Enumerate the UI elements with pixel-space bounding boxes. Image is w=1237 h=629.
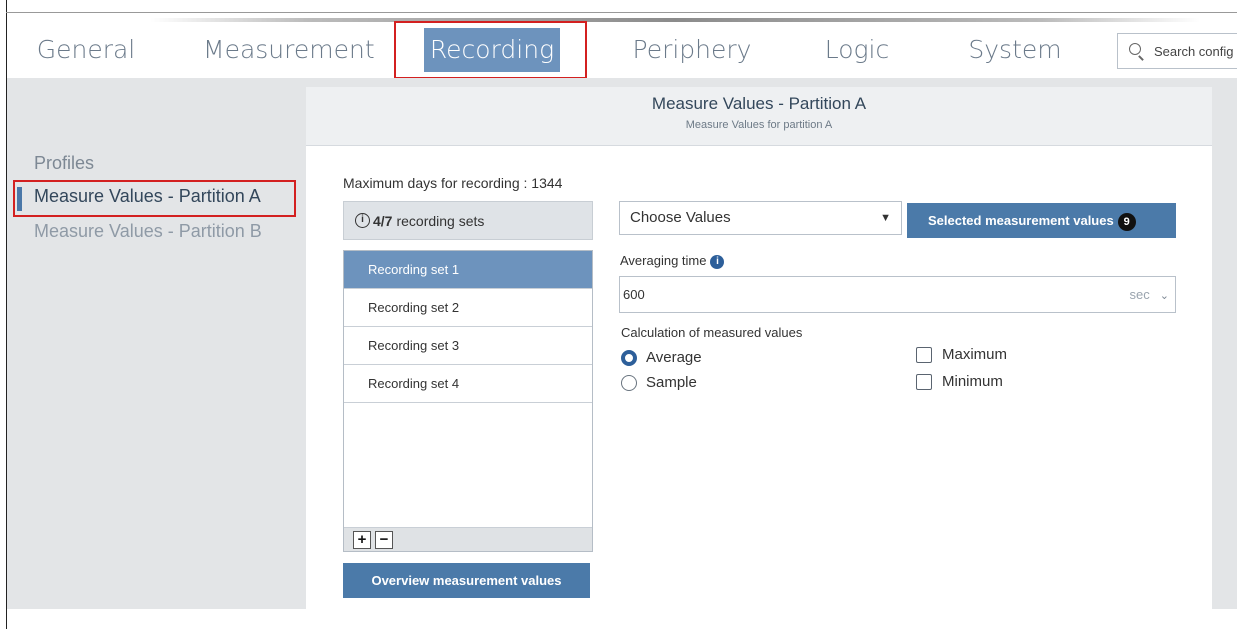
search-placeholder: Search config [1154,43,1234,59]
top-navigation: General Measurement Recording Periphery … [7,22,1237,77]
tab-general[interactable]: General [31,28,141,72]
radio-sample[interactable]: Sample [621,374,697,391]
max-days-text: Maximum days for recording : 1344 [343,175,563,191]
partition-a-highlight [13,180,296,217]
choose-values-select[interactable]: Choose Values ▼ [619,201,902,235]
recording-sets-list: Recording set 1 Recording set 2 Recordin… [343,250,593,552]
recording-sets-label: recording sets [396,212,485,229]
profile-panel: Measure Values - Partition A Measure Val… [306,87,1212,609]
radio-average-label: Average [646,349,702,366]
checkbox-minimum[interactable]: Minimum [916,373,1003,390]
selected-values-label: Selected measurement values [928,213,1114,228]
radio-average[interactable]: Average [621,349,702,366]
checkbox-icon [916,373,932,390]
remove-set-button[interactable]: − [375,531,393,549]
tab-periphery[interactable]: Periphery [627,28,757,72]
panel-subtitle: Measure Values for partition A [685,119,833,131]
unit-label: sec [1129,287,1150,302]
overview-measurement-values-button[interactable]: Overview measurement values [343,563,590,598]
list-footer: + − [344,527,592,551]
radio-unchecked-icon [621,374,637,391]
checkbox-icon [916,346,932,363]
window-top-edge [6,12,1237,13]
tab-measurement[interactable]: Measurement [203,28,375,72]
search-icon [1128,42,1146,61]
checkbox-maximum-label: Maximum [942,346,1008,363]
unit-select[interactable]: sec ⌄ [1130,277,1169,314]
list-item[interactable]: Recording set 2 [344,289,592,327]
panel-title: Measure Values - Partition A [651,94,867,113]
averaging-time-value: 600 [623,287,645,302]
selected-measurement-values-button[interactable]: Selected measurement values 9 [907,203,1176,238]
info-icon[interactable]: i [710,254,725,269]
averaging-time-input[interactable]: 600 sec ⌄ [619,276,1176,313]
chevron-down-icon: ⌄ [1159,290,1169,302]
radio-checked-icon [621,349,637,366]
recording-sets-count: 4/7 [373,212,393,229]
averaging-time-text: Averaging time [620,253,707,268]
checkbox-maximum[interactable]: Maximum [916,346,1007,363]
dropdown-arrow-icon: ▼ [880,212,891,224]
checkbox-minimum-label: Minimum [942,373,1003,390]
list-item[interactable]: Recording set 4 [344,365,592,403]
tab-logic[interactable]: Logic [817,28,897,72]
averaging-time-label: Averaging time i [620,253,725,269]
recording-sets-header: i 4/7 recording sets [343,201,593,240]
info-icon: i [355,213,370,228]
count-badge: 9 [1117,212,1136,231]
radio-sample-label: Sample [646,374,697,391]
search-input[interactable]: Search config [1117,33,1237,69]
sidebar-item-partition-b[interactable]: Measure Values - Partition B [34,221,262,242]
panel-header: Measure Values - Partition A Measure Val… [306,87,1212,146]
recording-tab-highlight [394,21,587,79]
add-set-button[interactable]: + [353,531,371,549]
list-item[interactable]: Recording set 3 [344,327,592,365]
list-item[interactable]: Recording set 1 [344,251,592,289]
choose-values-label: Choose Values [630,209,731,226]
calculation-label: Calculation of measured values [621,325,803,340]
bottom-strip [7,609,1237,629]
sidebar-title: Profiles [34,153,95,173]
tab-system[interactable]: System [965,28,1065,72]
